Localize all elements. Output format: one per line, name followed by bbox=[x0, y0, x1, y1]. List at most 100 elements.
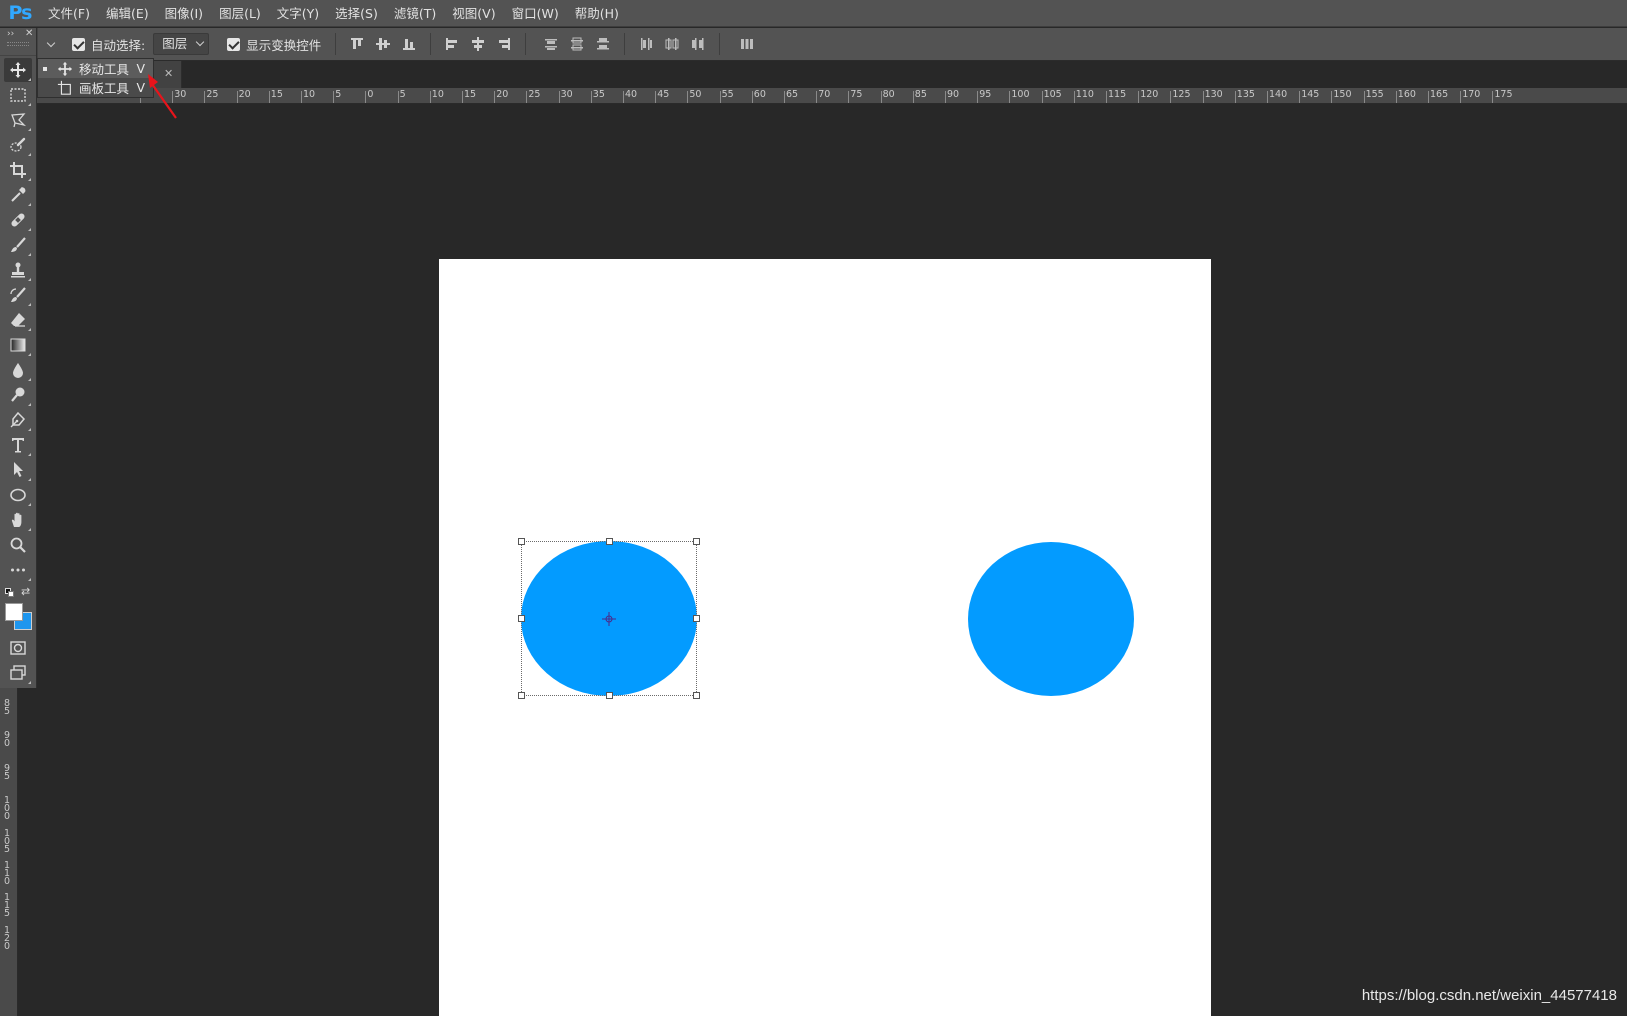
menu-edit[interactable]: 编辑(E) bbox=[98, 0, 157, 27]
distribute-vcenter-button[interactable] bbox=[568, 35, 586, 53]
tool-move[interactable] bbox=[4, 58, 32, 82]
transform-bounding-box[interactable] bbox=[518, 538, 700, 699]
menu-filter[interactable]: 滤镜(T) bbox=[386, 0, 444, 27]
ruler-tick-label: 120 bbox=[3, 924, 11, 952]
auto-align-button[interactable] bbox=[738, 35, 756, 53]
screen-mode-icon bbox=[10, 665, 26, 680]
ruler-tick-label: 110 bbox=[3, 860, 11, 887]
ruler-tick bbox=[1106, 91, 1107, 103]
ruler-tick bbox=[301, 91, 302, 103]
submenu-indicator bbox=[28, 128, 31, 131]
vertical-ruler: 85 90 95 100 105 110 115 120 bbox=[0, 688, 18, 1016]
transform-handle-bottom-left[interactable] bbox=[518, 692, 525, 699]
ruler-tick-label: 15 bbox=[270, 89, 283, 100]
distribute-hcenter-button[interactable] bbox=[663, 35, 681, 53]
document-canvas[interactable] bbox=[439, 259, 1211, 1016]
distribute-left-button[interactable] bbox=[637, 35, 655, 53]
ruler-tick-label: 110 bbox=[1075, 89, 1094, 100]
ruler-tick-label: 55 bbox=[721, 89, 734, 100]
tool-eraser[interactable] bbox=[4, 308, 32, 332]
transform-handle-top-left[interactable] bbox=[518, 538, 525, 545]
tool-lasso[interactable] bbox=[4, 108, 32, 132]
distribute-top-button[interactable] bbox=[542, 35, 560, 53]
close-icon[interactable]: ✕ bbox=[25, 28, 33, 39]
ruler-tick-label: 120 bbox=[1140, 89, 1159, 100]
tool-brush[interactable] bbox=[4, 233, 32, 257]
tool-dodge[interactable] bbox=[4, 383, 32, 407]
menu-help[interactable]: 帮助(H) bbox=[567, 0, 627, 27]
menu-image[interactable]: 图像(I) bbox=[157, 0, 211, 27]
menu-window[interactable]: 窗口(W) bbox=[504, 0, 567, 27]
ruler-tick-label: 5 bbox=[335, 89, 342, 100]
ruler-tick-label: 30 bbox=[560, 89, 573, 100]
tool-healing[interactable] bbox=[4, 208, 32, 232]
canvas-workspace[interactable]: https://blog.csdn.net/weixin_44577418 bbox=[37, 104, 1627, 1016]
distribute-right-button[interactable] bbox=[689, 35, 707, 53]
default-colors-icon[interactable] bbox=[5, 588, 14, 597]
auto-select-target-dropdown[interactable]: 图层 bbox=[153, 33, 210, 55]
flyout-item-move-tool[interactable]: 移动工具 V bbox=[38, 59, 153, 78]
ruler-tick bbox=[912, 91, 914, 103]
transform-handle-left[interactable] bbox=[518, 615, 525, 622]
tool-pen[interactable] bbox=[4, 408, 32, 432]
tool-marquee[interactable] bbox=[4, 83, 32, 107]
submenu-indicator bbox=[28, 203, 31, 206]
transform-handle-right[interactable] bbox=[693, 615, 700, 622]
move-icon bbox=[10, 62, 26, 78]
transform-handle-top-right[interactable] bbox=[693, 538, 700, 545]
tool-gradient[interactable] bbox=[4, 333, 32, 357]
ruler-tick-label: 135 bbox=[1236, 89, 1255, 100]
swap-colors-icon[interactable]: ⇄ bbox=[21, 585, 30, 598]
ruler-tick bbox=[1041, 91, 1043, 103]
align-vcenter-button[interactable] bbox=[374, 35, 392, 53]
ellipse-shape[interactable] bbox=[968, 542, 1134, 696]
tool-crop[interactable] bbox=[4, 158, 32, 182]
menu-view[interactable]: 视图(V) bbox=[444, 0, 503, 27]
transform-handle-top[interactable] bbox=[606, 538, 613, 545]
tool-zoom[interactable] bbox=[4, 533, 32, 557]
distribute-bottom-button[interactable] bbox=[594, 35, 612, 53]
transform-handle-bottom-right[interactable] bbox=[693, 692, 700, 699]
tool-more[interactable] bbox=[4, 558, 32, 582]
tool-blur[interactable] bbox=[4, 358, 32, 382]
toolbox: ›› ✕ ⇄ bbox=[0, 28, 37, 688]
menu-type[interactable]: 文字(Y) bbox=[269, 0, 327, 27]
transform-handle-bottom[interactable] bbox=[606, 692, 613, 699]
tool-history-brush[interactable] bbox=[4, 283, 32, 307]
menu-layer[interactable]: 图层(L) bbox=[211, 0, 269, 27]
submenu-indicator bbox=[28, 328, 31, 331]
tool-path-select[interactable] bbox=[4, 458, 32, 482]
ruler-tick bbox=[1138, 91, 1140, 103]
crop-icon bbox=[10, 162, 26, 178]
align-left-button[interactable] bbox=[443, 35, 461, 53]
show-transform-checkbox[interactable] bbox=[227, 37, 241, 51]
auto-align-icon bbox=[741, 39, 754, 49]
tool-stamp[interactable] bbox=[4, 258, 32, 282]
menu-select[interactable]: 选择(S) bbox=[327, 0, 386, 27]
ruler-tick bbox=[462, 91, 463, 103]
align-right-button[interactable] bbox=[495, 35, 513, 53]
tool-eyedropper[interactable] bbox=[4, 183, 32, 207]
tool-quick-mask[interactable] bbox=[4, 636, 32, 660]
foreground-color-swatch[interactable] bbox=[5, 603, 23, 621]
collapse-icon[interactable]: ›› bbox=[7, 29, 14, 39]
tool-screen-mode[interactable] bbox=[4, 661, 32, 685]
tool-hand[interactable] bbox=[4, 508, 32, 532]
transform-center-icon[interactable] bbox=[602, 612, 616, 626]
healing-icon bbox=[11, 213, 25, 227]
align-top-button[interactable] bbox=[348, 35, 366, 53]
menu-file[interactable]: 文件(F) bbox=[40, 0, 98, 27]
tool-type[interactable] bbox=[4, 433, 32, 457]
tool-quick-select[interactable] bbox=[4, 133, 32, 157]
ruler-tick bbox=[494, 91, 496, 103]
ruler-tick bbox=[365, 91, 367, 103]
flyout-item-artboard-tool[interactable]: 画板工具 V bbox=[38, 78, 153, 97]
tool-preset-dropdown[interactable] bbox=[44, 37, 58, 51]
tool-ellipse[interactable] bbox=[4, 483, 32, 507]
marquee-icon bbox=[10, 88, 26, 102]
type-icon bbox=[12, 438, 24, 453]
distribute-bottom-icon bbox=[597, 38, 610, 50]
auto-select-checkbox[interactable] bbox=[72, 37, 85, 51]
align-bottom-button[interactable] bbox=[400, 35, 418, 53]
align-hcenter-button[interactable] bbox=[469, 35, 487, 53]
